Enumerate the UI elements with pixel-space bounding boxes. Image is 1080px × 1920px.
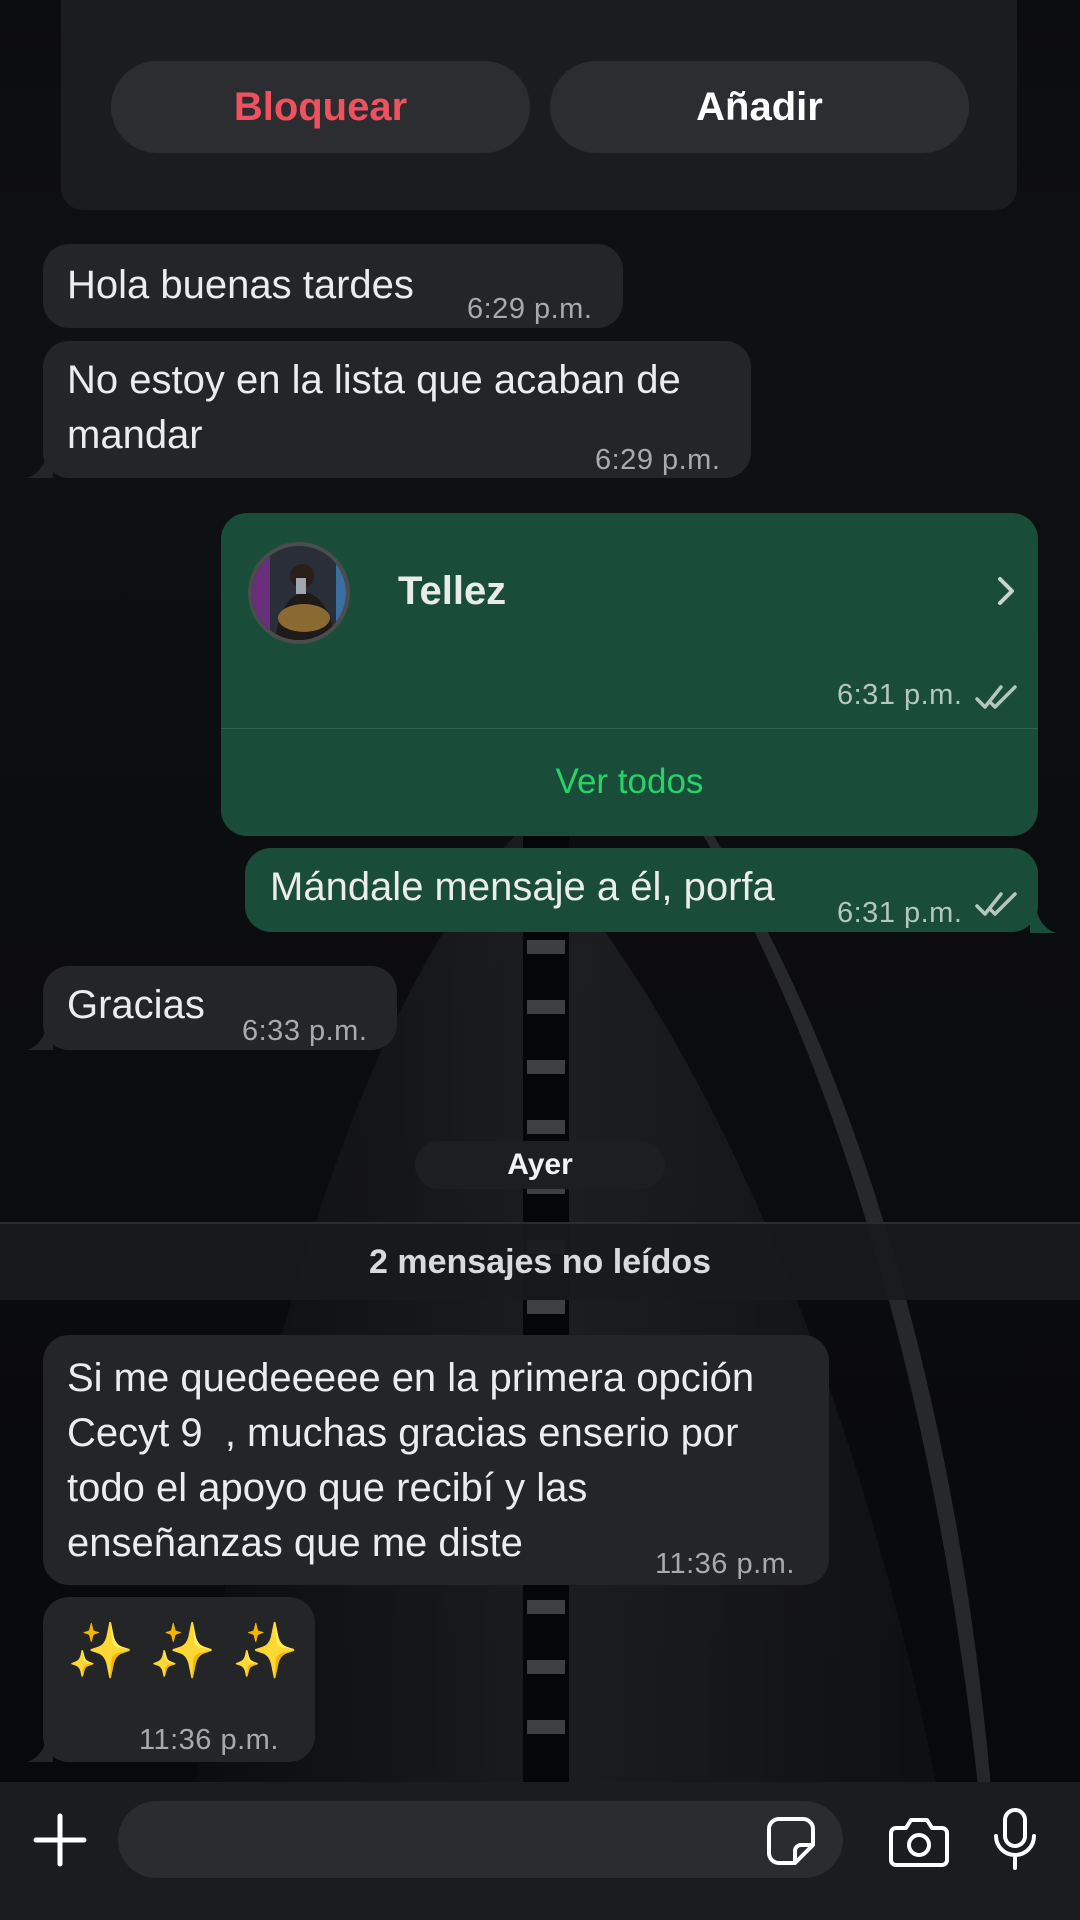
contact-name: Tellez <box>398 569 507 613</box>
microphone-icon[interactable] <box>990 1806 1040 1874</box>
unread-messages-banner: 2 mensajes no leídos <box>0 1222 1080 1300</box>
sticker-icon[interactable] <box>765 1815 817 1867</box>
read-ticks-icon <box>975 685 1017 709</box>
message-time: 6:29 p.m. <box>595 444 721 476</box>
contact-avatar <box>248 542 350 644</box>
message-bubble-incoming[interactable]: No estoy en la lista que acaban de manda… <box>43 341 751 478</box>
message-text: Gracias <box>67 983 205 1027</box>
message-text: No estoy en la lista que acaban de manda… <box>67 358 681 457</box>
date-separator: Ayer <box>415 1141 665 1189</box>
message-input[interactable] <box>118 1801 843 1878</box>
message-time: 11:36 p.m. <box>139 1724 279 1756</box>
message-time: 6:31 p.m. <box>837 679 963 711</box>
message-bubble-incoming[interactable]: Si me quedeeeee en la primera opción Cec… <box>43 1335 829 1585</box>
message-text: Hola buenas tardes <box>67 263 414 307</box>
message-text: Si me quedeeeee en la primera opción Cec… <box>67 1356 755 1565</box>
shared-contact-card[interactable]: Tellez 6:31 p.m. Ver todos <box>221 513 1038 836</box>
plus-icon[interactable] <box>30 1810 90 1870</box>
add-contact-button[interactable]: Añadir <box>550 61 969 153</box>
message-bubble-incoming[interactable]: ✨ ✨ ✨ 11:36 p.m. <box>43 1597 315 1762</box>
camera-icon[interactable] <box>888 1814 950 1868</box>
view-all-button[interactable]: Ver todos <box>221 728 1038 836</box>
message-time: 6:31 p.m. <box>837 897 963 929</box>
message-time: 6:29 p.m. <box>467 293 593 325</box>
read-ticks-icon <box>975 892 1017 916</box>
message-text: ✨ ✨ ✨ <box>67 1621 299 1681</box>
message-text: Mándale mensaje a él, porfa <box>270 865 775 909</box>
chat-screen: Bloquear Añadir Hola buenas tardes 6:29 … <box>0 0 1080 1920</box>
message-bubble-outgoing[interactable]: Mándale mensaje a él, porfa 6:31 p.m. <box>245 848 1038 932</box>
chevron-right-icon <box>998 577 1014 605</box>
message-time: 11:36 p.m. <box>655 1548 795 1580</box>
message-bubble-incoming[interactable]: Gracias 6:33 p.m. <box>43 966 397 1050</box>
message-composer <box>0 1782 1080 1920</box>
message-bubble-incoming[interactable]: Hola buenas tardes 6:29 p.m. <box>43 244 623 328</box>
message-time: 6:33 p.m. <box>242 1015 368 1047</box>
block-button[interactable]: Bloquear <box>111 61 530 153</box>
